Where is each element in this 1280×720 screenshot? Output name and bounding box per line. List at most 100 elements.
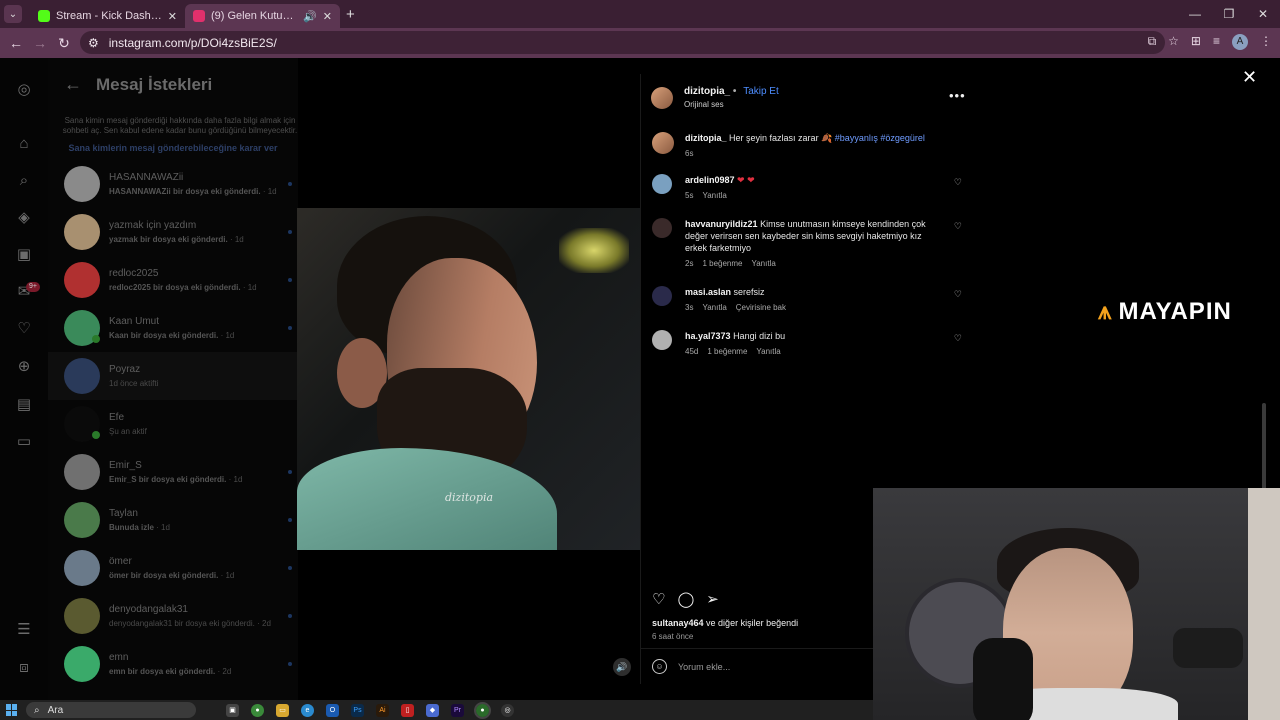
caption-hashtags[interactable]: #bayyanlış #özgegürel (835, 133, 925, 143)
more-options-icon[interactable]: ••• (949, 88, 966, 103)
page-scrollbar[interactable] (1262, 403, 1266, 493)
commenter-avatar[interactable] (652, 218, 672, 238)
profile-avatar[interactable]: A (1232, 34, 1248, 50)
chrome-active-icon[interactable]: ● (474, 701, 491, 719)
site-info-icon[interactable]: ⚙ (88, 36, 99, 50)
avatar[interactable] (64, 358, 100, 394)
like-heart-icon[interactable]: ♡ (652, 590, 665, 608)
new-tab-button[interactable]: + (346, 6, 355, 23)
message-controls-link[interactable]: Sana kimlerin mesaj gönderebileceğine ka… (48, 143, 298, 153)
comment-meta-item[interactable]: Yanıtla (702, 191, 726, 200)
browser-menu-icon[interactable]: ⋮ (1260, 34, 1272, 50)
comment-meta-item[interactable]: Yanıtla (751, 259, 775, 268)
author-avatar[interactable] (651, 86, 673, 109)
extensions-icon[interactable]: ⊞ (1191, 34, 1201, 50)
more-menu-icon[interactable]: ☰ (16, 622, 32, 638)
list-item[interactable]: Efe Şu an aktif (48, 400, 298, 448)
likes-user[interactable]: sultanay464 (652, 618, 704, 628)
comment-username[interactable]: masi.aslan (685, 287, 731, 297)
comment-like-heart-icon[interactable]: ♡ (954, 289, 962, 300)
commenter-avatar[interactable] (652, 174, 672, 194)
restore-icon[interactable]: ❐ (1212, 0, 1246, 28)
audio-label[interactable]: Orijinal ses (684, 100, 779, 109)
task-view-icon[interactable]: ▣ (226, 703, 239, 717)
list-item[interactable]: HASANNAWAZii HASANNAWAZii bir dosya eki g… (48, 160, 298, 208)
comment-meta-item[interactable]: 1 beğenme (707, 347, 747, 356)
follow-button[interactable]: Takip Et (743, 86, 779, 97)
avatar[interactable] (64, 550, 100, 586)
reels-icon[interactable]: ▣ (16, 247, 32, 263)
minimize-icon[interactable]: — (1178, 0, 1212, 28)
avatar[interactable] (64, 214, 100, 250)
premiere-icon[interactable]: Pr (451, 703, 464, 717)
comment-bubble-icon[interactable]: ◯ (677, 590, 694, 608)
comment-meta-item[interactable]: 1 beğenme (702, 259, 742, 268)
comment-meta-item[interactable]: Yanıtla (702, 303, 726, 312)
also-from-meta-icon[interactable]: ⧈ (16, 660, 32, 676)
back-arrow-icon[interactable]: ← (64, 74, 82, 95)
url-bar[interactable]: ⚙ instagram.com/p/DOi4zsBiE2S/ (80, 31, 1165, 54)
taskbar-search[interactable]: ⌕ Ara (26, 702, 196, 718)
forward-arrow-icon[interactable]: → (28, 35, 52, 51)
avatar[interactable] (64, 454, 100, 490)
list-item[interactable]: denyodangalak31 denyodangalak31 bir dosya… (48, 592, 298, 640)
list-item[interactable]: Kaan Umut Kaan bir dosya eki gönderdi. · … (48, 304, 298, 352)
comment-like-heart-icon[interactable]: ♡ (954, 333, 962, 344)
share-send-icon[interactable]: ➢ (706, 590, 719, 608)
comment-like-heart-icon[interactable]: ♡ (954, 221, 962, 232)
cast-icon[interactable]: ⧉ (1148, 34, 1157, 50)
tab-kick-dashboard[interactable]: Stream - Kick Dashboard ✕ (30, 4, 185, 28)
tab-instagram-inbox[interactable]: (9) Gelen Kutusu • Sohbetler 🔊 ✕ (185, 4, 340, 28)
create-icon[interactable]: ⊕ (16, 359, 32, 375)
app-blue-icon[interactable]: ◆ (426, 703, 439, 717)
comment-username[interactable]: havvanuryildiz21 (685, 219, 758, 229)
avatar[interactable] (64, 166, 100, 202)
emoji-icon[interactable]: ☺ (652, 659, 667, 674)
author-avatar[interactable] (652, 132, 674, 154)
back-arrow-icon[interactable]: ← (4, 35, 28, 51)
threads-icon[interactable]: ▭ (16, 434, 32, 450)
chrome-icon[interactable]: ● (251, 703, 264, 717)
comment-meta-item[interactable]: Yanıtla (756, 347, 780, 356)
caption-username[interactable]: dizitopia_ (685, 133, 727, 143)
likes-rest[interactable]: ve diğer kişiler beğendi (706, 618, 798, 628)
file-explorer-icon[interactable]: ▭ (276, 703, 289, 717)
app-red-icon[interactable]: ▯ (401, 703, 414, 717)
comment-username[interactable]: ha.yal7373 (685, 331, 731, 341)
list-item[interactable]: emn emn bir dosya eki gönderdi. · 2d (48, 640, 298, 688)
list-item[interactable]: Taylan Bunuda izle · 1d (48, 496, 298, 544)
commenter-avatar[interactable] (652, 286, 672, 306)
home-icon[interactable]: ⌂ (16, 136, 32, 152)
comment-like-heart-icon[interactable]: ♡ (954, 177, 962, 188)
reel-video[interactable]: dizitopia (297, 208, 640, 550)
close-icon[interactable]: ✕ (323, 10, 332, 23)
avatar[interactable] (64, 646, 100, 682)
close-window-icon[interactable]: ✕ (1246, 0, 1280, 28)
obs-icon[interactable]: ◎ (501, 703, 514, 717)
volume-icon[interactable]: 🔊 (613, 658, 631, 676)
author-username[interactable]: dizitopia_ (684, 86, 730, 97)
list-item[interactable]: redloc2025 redloc2025 bir dosya eki gönde… (48, 256, 298, 304)
speaker-icon[interactable]: 🔊 (303, 10, 317, 23)
edge-icon[interactable]: e (301, 703, 314, 717)
instagram-logo-icon[interactable]: ◎ (16, 82, 32, 98)
notifications-heart-icon[interactable]: ♡ (16, 321, 32, 337)
comment-meta-item[interactable]: Çevirisine bak (736, 303, 786, 312)
search-icon[interactable]: ⌕ (16, 173, 32, 189)
media-controls-icon[interactable]: ≡ (1213, 34, 1220, 50)
comment-input[interactable]: Yorum ekle... (678, 662, 730, 672)
outlook-icon[interactable]: O (326, 703, 339, 717)
illustrator-icon[interactable]: Ai (376, 703, 389, 717)
close-post-icon[interactable]: ✕ (1242, 67, 1257, 88)
list-item[interactable]: ömer ömer bir dosya eki gönderdi. · 1d (48, 544, 298, 592)
tab-search-menu[interactable]: ⌄ (4, 5, 22, 23)
windows-start-icon[interactable] (6, 704, 18, 716)
reload-icon[interactable]: ↻ (52, 35, 76, 52)
list-item[interactable]: Poyraz 1d önce aktifti (48, 352, 298, 400)
list-item[interactable]: yazmak için yazdım yazmak bir dosya eki g… (48, 208, 298, 256)
list-item[interactable]: Emir_S Emir_S bir dosya eki gönderdi. · 1… (48, 448, 298, 496)
commenter-avatar[interactable] (652, 330, 672, 350)
avatar[interactable] (64, 598, 100, 634)
bookmark-star-icon[interactable]: ☆ (1168, 34, 1179, 50)
dashboard-icon[interactable]: ▤ (16, 397, 32, 413)
